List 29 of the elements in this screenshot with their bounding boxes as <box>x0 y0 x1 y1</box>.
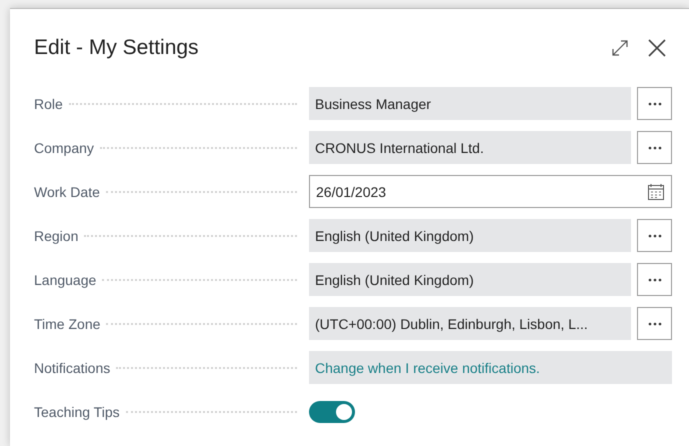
field-label: Role <box>34 96 64 112</box>
input-field[interactable]: Business Manager <box>309 87 631 120</box>
field-label: Region <box>34 228 80 244</box>
ellipsis-icon <box>648 322 662 326</box>
ellipsis-icon <box>648 278 662 282</box>
date-field[interactable]: 26/01/2023 <box>309 175 672 208</box>
input-field[interactable]: English (United Kingdom) <box>309 219 631 252</box>
field-label: Language <box>34 272 98 288</box>
more-button[interactable] <box>637 131 672 164</box>
calendar-icon[interactable] <box>647 182 665 200</box>
close-icon[interactable] <box>647 38 667 58</box>
more-button[interactable] <box>637 307 672 340</box>
field-label: Company <box>34 140 95 156</box>
more-button[interactable] <box>637 219 672 252</box>
field-label: Notifications <box>34 360 112 376</box>
field-label: Work Date <box>34 184 101 200</box>
expand-icon[interactable] <box>611 39 629 57</box>
input-field[interactable]: CRONUS International Ltd. <box>309 131 631 164</box>
ellipsis-icon <box>648 234 662 238</box>
field-label: Time Zone <box>34 316 102 332</box>
toggle-switch[interactable] <box>309 400 355 422</box>
input-field[interactable]: English (United Kingdom) <box>309 263 631 296</box>
more-button[interactable] <box>637 263 672 296</box>
ellipsis-icon <box>648 102 662 106</box>
input-field[interactable]: (UTC+00:00) Dublin, Edinburgh, Lisbon, L... <box>309 307 631 340</box>
dialog-title: Edit - My Settings <box>34 36 199 60</box>
more-button[interactable] <box>637 87 672 120</box>
ellipsis-icon <box>648 146 662 150</box>
field-label: Teaching Tips <box>34 404 121 420</box>
